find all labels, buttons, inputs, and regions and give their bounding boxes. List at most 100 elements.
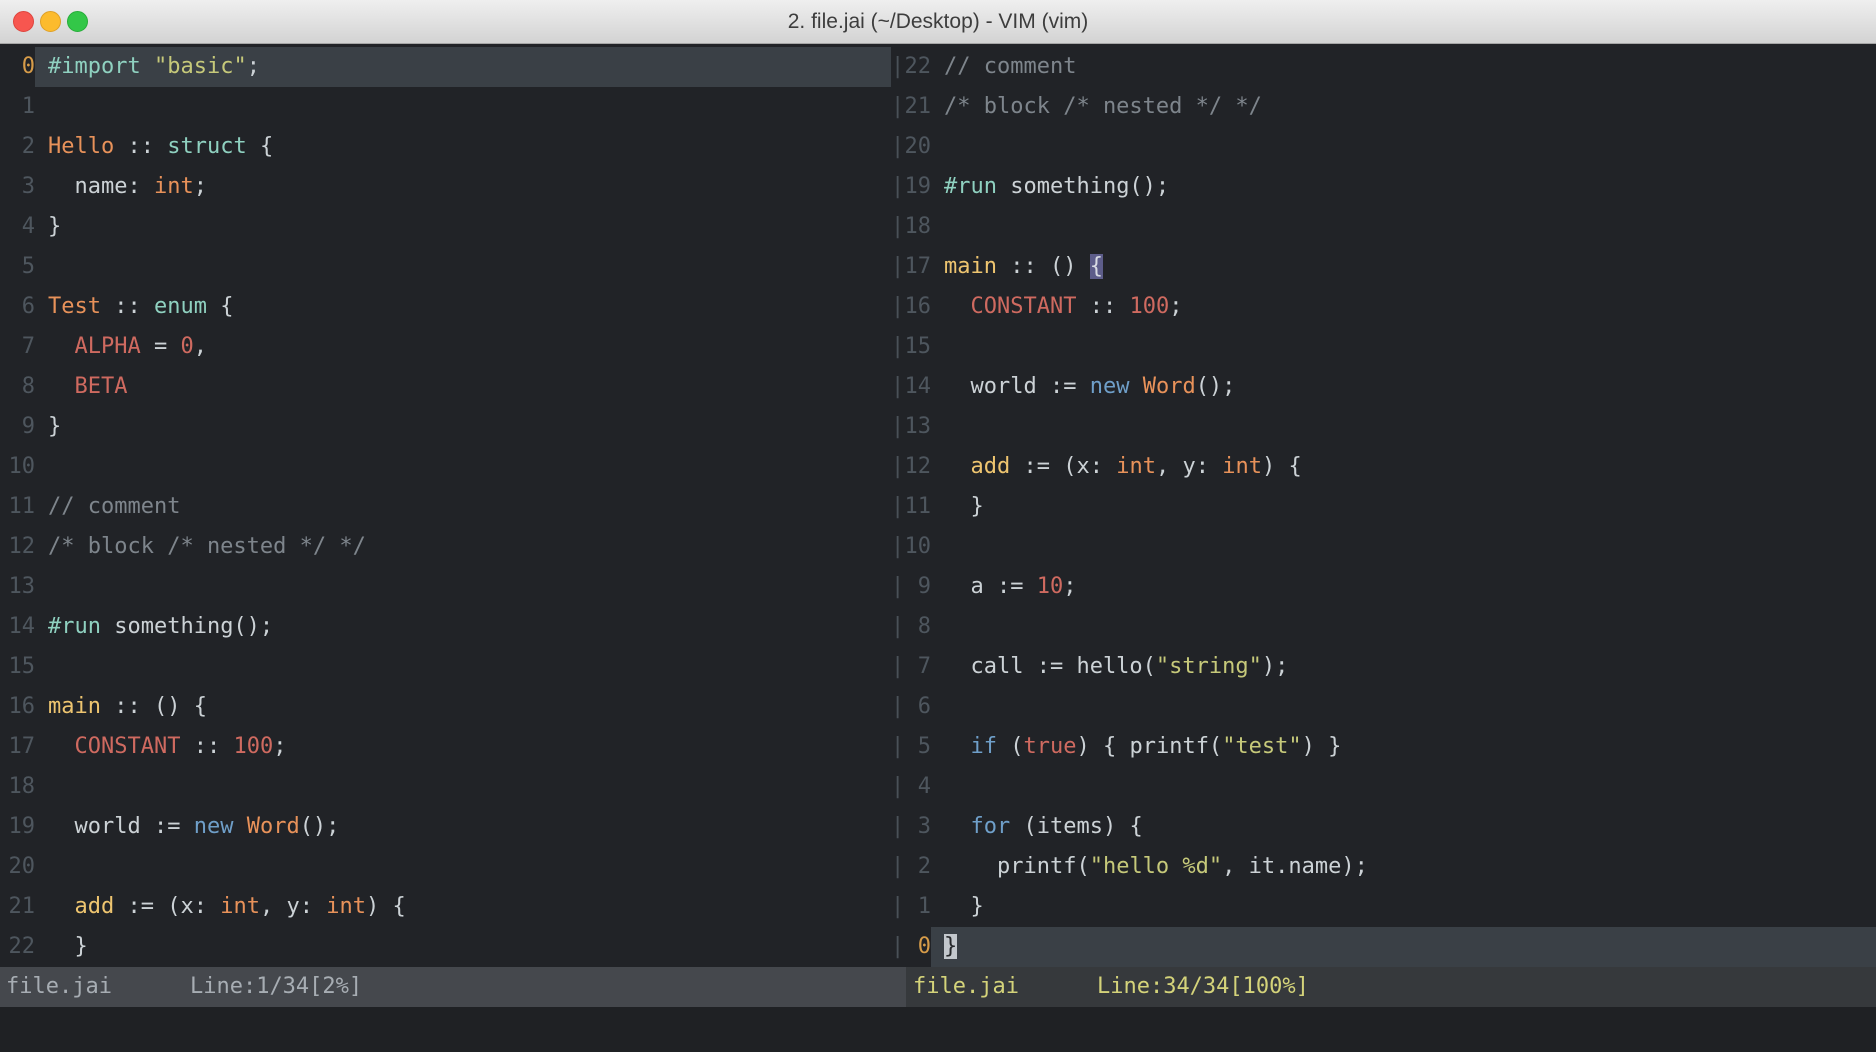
- code-line[interactable]: 6Test :: enum {: [0, 287, 891, 327]
- status-bar-left: file.jai Line:1/34[2%]: [0, 967, 906, 1007]
- code-text: add := (x: int, y: int) {: [931, 447, 1876, 487]
- code-line[interactable]: |12 add := (x: int, y: int) {: [891, 447, 1876, 487]
- line-number: 20: [8, 847, 35, 887]
- code-line[interactable]: 19 world := new Word();: [0, 807, 891, 847]
- window-separator: |: [891, 447, 904, 487]
- code-line[interactable]: 4}: [0, 207, 891, 247]
- code-text: [931, 127, 1876, 167]
- line-number: 17: [904, 247, 931, 287]
- close-button[interactable]: [13, 11, 34, 32]
- title-bar: 2. file.jai (~/Desktop) - VIM (vim): [0, 0, 1876, 44]
- code-line[interactable]: |2 printf("hello %d", it.name);: [891, 847, 1876, 887]
- code-line[interactable]: |4: [891, 767, 1876, 807]
- code-line[interactable]: |16 CONSTANT :: 100;: [891, 287, 1876, 327]
- code-line[interactable]: 13: [0, 567, 891, 607]
- code-line[interactable]: 2Hello :: struct {: [0, 127, 891, 167]
- code-text: [931, 687, 1876, 727]
- line-number: 19: [904, 167, 931, 207]
- code-line[interactable]: 9}: [0, 407, 891, 447]
- line-number: 6: [8, 287, 35, 327]
- code-line[interactable]: 10: [0, 447, 891, 487]
- code-line[interactable]: 21 add := (x: int, y: int) {: [0, 887, 891, 927]
- code-line[interactable]: |6: [891, 687, 1876, 727]
- code-line[interactable]: |15: [891, 327, 1876, 367]
- right-split-pane[interactable]: |22// comment|21/* block /* nested */ */…: [891, 47, 1876, 967]
- code-text: [931, 767, 1876, 807]
- status-row: file.jai Line:1/34[2%] file.jai Line:34/…: [0, 967, 1876, 1007]
- code-text: }: [35, 927, 891, 967]
- line-number: 11: [8, 487, 35, 527]
- line-number: 4: [8, 207, 35, 247]
- code-line[interactable]: |19#run something();: [891, 167, 1876, 207]
- code-line[interactable]: |13: [891, 407, 1876, 447]
- window-separator: |: [891, 207, 904, 247]
- code-line[interactable]: 15: [0, 647, 891, 687]
- code-line[interactable]: |11 }: [891, 487, 1876, 527]
- line-number: 0: [904, 927, 931, 967]
- code-line[interactable]: |18: [891, 207, 1876, 247]
- code-line[interactable]: 5: [0, 247, 891, 287]
- code-text: Hello :: struct {: [35, 127, 891, 167]
- code-line[interactable]: |3 for (items) {: [891, 807, 1876, 847]
- code-line[interactable]: |22// comment: [891, 47, 1876, 87]
- code-line[interactable]: 18: [0, 767, 891, 807]
- code-line[interactable]: 14#run something();: [0, 607, 891, 647]
- window-separator: |: [891, 567, 904, 607]
- traffic-lights: [13, 0, 88, 43]
- line-number: 15: [904, 327, 931, 367]
- code-line[interactable]: 12/* block /* nested */ */: [0, 527, 891, 567]
- code-line[interactable]: 11// comment: [0, 487, 891, 527]
- line-number: 4: [904, 767, 931, 807]
- line-number: 14: [8, 607, 35, 647]
- code-text: a := 10;: [931, 567, 1876, 607]
- code-text: main :: () {: [35, 687, 891, 727]
- code-line[interactable]: |10: [891, 527, 1876, 567]
- minimize-button[interactable]: [40, 11, 61, 32]
- code-line[interactable]: 16main :: () {: [0, 687, 891, 727]
- code-line[interactable]: |9 a := 10;: [891, 567, 1876, 607]
- code-line[interactable]: 22 }: [0, 927, 891, 967]
- window-separator: |: [891, 647, 904, 687]
- code-text: CONSTANT :: 100;: [931, 287, 1876, 327]
- code-line[interactable]: |21/* block /* nested */ */: [891, 87, 1876, 127]
- command-line[interactable]: [0, 1007, 1876, 1052]
- window-separator: |: [891, 807, 904, 847]
- line-number: 15: [8, 647, 35, 687]
- line-number: 14: [904, 367, 931, 407]
- zoom-button[interactable]: [67, 11, 88, 32]
- window-separator: |: [891, 687, 904, 727]
- code-line[interactable]: |14 world := new Word();: [891, 367, 1876, 407]
- code-line[interactable]: 17 CONSTANT :: 100;: [0, 727, 891, 767]
- line-number: 8: [8, 367, 35, 407]
- window-separator: |: [891, 607, 904, 647]
- code-text: if (true) { printf("test") }: [931, 727, 1876, 767]
- status-line-position: Line:1/34[2%]: [190, 967, 362, 1007]
- line-number: 6: [904, 687, 931, 727]
- left-split-pane[interactable]: 0#import "basic";12Hello :: struct {3 na…: [0, 47, 891, 967]
- line-number: 21: [8, 887, 35, 927]
- line-number: 10: [904, 527, 931, 567]
- line-number: 12: [8, 527, 35, 567]
- line-number: 0: [8, 47, 35, 87]
- window-separator: |: [891, 367, 904, 407]
- code-line[interactable]: |8: [891, 607, 1876, 647]
- code-line[interactable]: 0#import "basic";: [0, 47, 891, 87]
- code-line[interactable]: 20: [0, 847, 891, 887]
- status-line-position: Line:34/34[100%]: [1097, 967, 1309, 1007]
- line-number: 11: [904, 487, 931, 527]
- status-file-name: file.jai: [913, 967, 1019, 1007]
- code-line[interactable]: 3 name: int;: [0, 167, 891, 207]
- code-line[interactable]: 1: [0, 87, 891, 127]
- code-line[interactable]: |7 call := hello("string");: [891, 647, 1876, 687]
- code-line[interactable]: |1 }: [891, 887, 1876, 927]
- code-text: Test :: enum {: [35, 287, 891, 327]
- line-number: 9: [904, 567, 931, 607]
- line-number: 2: [904, 847, 931, 887]
- code-line[interactable]: |5 if (true) { printf("test") }: [891, 727, 1876, 767]
- code-line[interactable]: 7 ALPHA = 0,: [0, 327, 891, 367]
- code-line[interactable]: |17main :: () {: [891, 247, 1876, 287]
- code-line[interactable]: |20: [891, 127, 1876, 167]
- code-line[interactable]: 8 BETA: [0, 367, 891, 407]
- code-line[interactable]: |0}: [891, 927, 1876, 967]
- window-separator: |: [891, 127, 904, 167]
